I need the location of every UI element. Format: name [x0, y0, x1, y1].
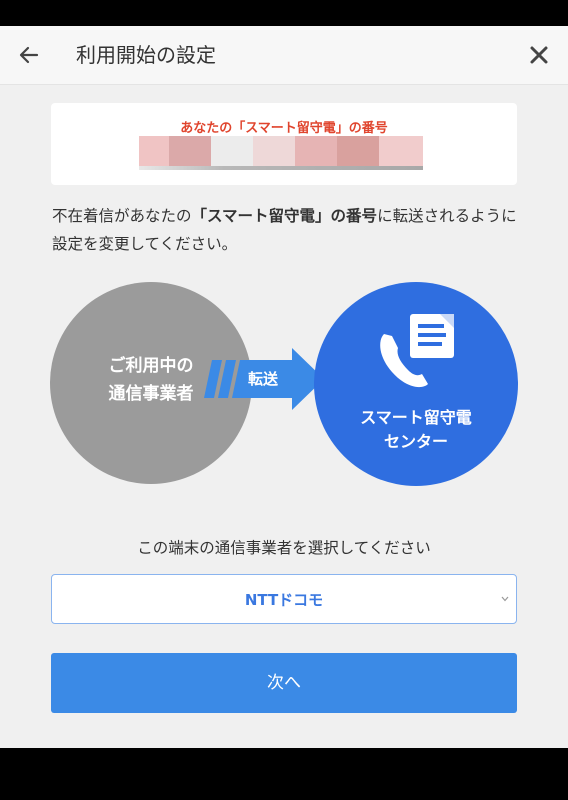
number-label: あなたの「スマート留守電」の番号	[180, 121, 388, 136]
chevron-down-icon	[501, 596, 509, 602]
center-line2: センター	[383, 432, 448, 451]
instruction-text: 不在着信があなたの「スマート留守電」の番号に転送されるように設定を変更してくださ…	[52, 202, 522, 258]
app-bar: 利用開始の設定	[0, 26, 568, 85]
close-button[interactable]	[524, 40, 554, 70]
close-icon	[530, 46, 548, 64]
carrier-select[interactable]: NTTドコモ	[51, 574, 517, 624]
carrier-prompt: この端末の通信事業者を選択してください	[137, 539, 431, 557]
arrow-left-icon	[19, 46, 39, 64]
page-title: 利用開始の設定	[76, 43, 216, 67]
carrier-select-value: NTTドコモ	[244, 591, 324, 609]
screen: 利用開始の設定 あなたの「スマート留守電」の番号 不在着信があなたの「スマート留…	[0, 26, 568, 748]
next-button[interactable]: 次へ	[51, 653, 517, 713]
back-button[interactable]	[14, 40, 44, 70]
transfer-label: 転送	[248, 370, 279, 388]
center-label: スマート留守電 センター	[314, 406, 518, 454]
forwarding-diagram: ご利用中の 通信事業者 転送 スマート留守電 センター	[50, 282, 520, 492]
instruction-emphasis: 「スマート留守電」の番号	[191, 207, 378, 225]
center-line1: スマート留守電	[360, 408, 472, 427]
blurred-phone-number	[139, 136, 423, 172]
instruction-part1: 不在着信があなたの	[52, 207, 192, 225]
phone-voicemail-icon	[380, 314, 454, 388]
voicemail-center-circle: スマート留守電 センター	[314, 282, 518, 486]
number-card: あなたの「スマート留守電」の番号	[51, 103, 517, 185]
